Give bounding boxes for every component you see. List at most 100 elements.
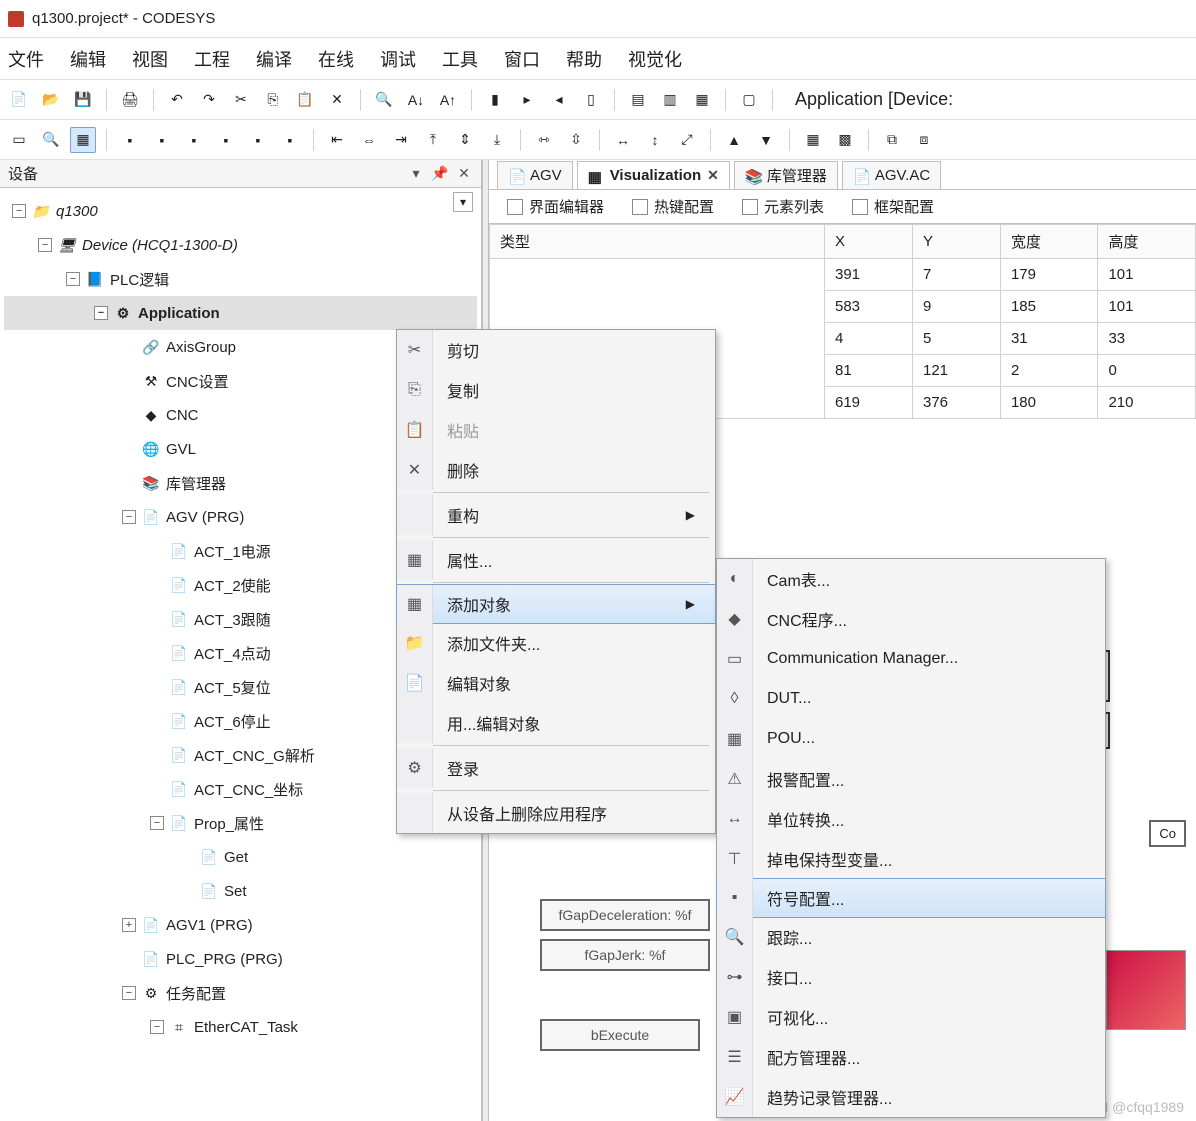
undo-icon[interactable]: ↶ [164,87,190,113]
bm-next-icon[interactable]: ▸ [514,87,540,113]
sub-item-11[interactable]: ▣可视化... [717,997,1105,1037]
panel-close-icon[interactable]: ✕ [455,165,473,183]
sub-item-1[interactable]: ◆CNC程序... [717,599,1105,639]
col-x[interactable]: X [825,225,913,259]
size-wh-icon[interactable]: ⤢ [674,127,700,153]
bookmark-icon[interactable]: ▮ [482,87,508,113]
order-b-icon[interactable]: ▼ [753,127,779,153]
panel-pin-icon[interactable]: 📌 [431,165,449,183]
t2e-icon[interactable]: ▪ [245,127,271,153]
subtab-frame[interactable]: 框架配置 [844,193,942,220]
menu-online[interactable]: 在线 [318,46,354,72]
col-y[interactable]: Y [912,225,1000,259]
ctx-item-10[interactable]: 📁添加文件夹... [397,623,715,663]
order-f-icon[interactable]: ▲ [721,127,747,153]
misc1-icon[interactable]: ▦ [800,127,826,153]
sub-item-4[interactable]: ▦POU... [717,719,1105,759]
menu-project[interactable]: 工程 [194,46,230,72]
sub-item-7[interactable]: ⊤掉电保持型变量... [717,839,1105,879]
menu-debug[interactable]: 调试 [380,46,416,72]
menu-tools[interactable]: 工具 [442,46,478,72]
tree-dropdown-icon[interactable]: ▾ [453,192,473,212]
ctx-item-14[interactable]: ⚙登录 [397,748,715,788]
group-3-icon[interactable]: ▦ [689,87,715,113]
sub-item-6[interactable]: ↔单位转换... [717,799,1105,839]
col-w[interactable]: 宽度 [1000,225,1098,259]
table-row[interactable]: #7 框架 3917179101 [490,259,1196,291]
tree-plc[interactable]: −📘 PLC逻辑 [4,262,477,296]
align-t-icon[interactable]: ⤒ [420,127,446,153]
align-c-icon[interactable]: ⇔ [356,127,382,153]
sub-item-3[interactable]: ◊DUT... [717,679,1105,719]
open-icon[interactable]: 📂 [38,87,64,113]
ctx-item-16[interactable]: 从设备上删除应用程序 [397,793,715,833]
subtab-interface[interactable]: 界面编辑器 [499,193,612,220]
menu-edit[interactable]: 编辑 [70,46,106,72]
context-menu[interactable]: ✂剪切⎘复制📋粘贴✕删除重构▶▦属性...▦添加对象▶📁添加文件夹...📄编辑对… [396,329,716,834]
menu-file[interactable]: 文件 [8,46,44,72]
col-type[interactable]: 类型 [490,225,825,259]
sub-item-2[interactable]: ▭Communication Manager... [717,639,1105,679]
size-h-icon[interactable]: ↕ [642,127,668,153]
tree-get[interactable]: 📄Get [4,840,477,874]
tree-agv1[interactable]: +📄AGV1 (PRG) [4,908,477,942]
tab-agvac[interactable]: 📄AGV.AC [842,161,941,189]
group-1-icon[interactable]: ▤ [625,87,651,113]
print-icon[interactable]: 🖨 [117,87,143,113]
dist-h-icon[interactable]: ⇿ [531,127,557,153]
new-icon[interactable]: 📄 [6,87,32,113]
select-icon[interactable]: ▭ [6,127,32,153]
col-h[interactable]: 高度 [1098,225,1196,259]
delete-icon[interactable]: ✕ [324,87,350,113]
ctx-item-3[interactable]: ✕删除 [397,450,715,490]
misc2-icon[interactable]: ▩ [832,127,858,153]
align-m-icon[interactable]: ⇕ [452,127,478,153]
align-r-icon[interactable]: ⇥ [388,127,414,153]
copy-icon[interactable]: ⎘ [260,87,286,113]
ctx-item-12[interactable]: 用...编辑对象 [397,703,715,743]
menu-visualization[interactable]: 视觉化 [628,46,682,72]
ctx-item-0[interactable]: ✂剪切 [397,330,715,370]
panel-dropdown-icon[interactable]: ▾ [407,165,425,183]
sub-item-12[interactable]: ☰配方管理器... [717,1037,1105,1077]
box-icon[interactable]: ▢ [736,87,762,113]
menu-help[interactable]: 帮助 [566,46,602,72]
add-object-submenu[interactable]: ◐Cam表...◆CNC程序...▭Communication Manager.… [716,558,1106,1118]
tree-application[interactable]: −⚙ Application [4,296,477,330]
t2a-icon[interactable]: ▪ [117,127,143,153]
sub-item-10[interactable]: ⊶接口... [717,957,1105,997]
tree-device[interactable]: −🖥 Device (HCQ1-1300-D) [4,228,477,262]
save-icon[interactable]: 💾 [70,87,96,113]
sub-item-8[interactable]: ▪符号配置... [716,878,1106,918]
bm-prev-icon[interactable]: ◂ [546,87,572,113]
tree-taskconfig[interactable]: −⚙任务配置 [4,976,477,1010]
ctx-item-7[interactable]: ▦属性... [397,540,715,580]
cut-icon[interactable]: ✂ [228,87,254,113]
align-l-icon[interactable]: ⇤ [324,127,350,153]
dist-v-icon[interactable]: ⇳ [563,127,589,153]
group-2-icon[interactable]: ▥ [657,87,683,113]
find-next-icon[interactable]: A↓ [403,87,429,113]
find-prev-icon[interactable]: A↑ [435,87,461,113]
sub-item-9[interactable]: 🔍跟踪... [717,917,1105,957]
zoom-icon[interactable]: 🔍 [38,127,64,153]
t2c-icon[interactable]: ▪ [181,127,207,153]
paste-icon[interactable]: 📋 [292,87,318,113]
t2f-icon[interactable]: ▪ [277,127,303,153]
menu-build[interactable]: 编译 [256,46,292,72]
tab-agv[interactable]: 📄AGV [497,161,573,189]
tree-plcprg[interactable]: 📄PLC_PRG (PRG) [4,942,477,976]
menu-window[interactable]: 窗口 [504,46,540,72]
ctx-item-1[interactable]: ⎘复制 [397,370,715,410]
sub-item-0[interactable]: ◐Cam表... [717,559,1105,599]
tab-libmgr[interactable]: 📚库管理器 [734,161,838,189]
sub-item-5[interactable]: ⚠报警配置... [717,759,1105,799]
ungroup-icon[interactable]: ⧈ [911,127,937,153]
tree-set[interactable]: 📄Set [4,874,477,908]
align-b-icon[interactable]: ⤓ [484,127,510,153]
tab-visualization[interactable]: ▦Visualization✕ [577,161,730,189]
redo-icon[interactable]: ↷ [196,87,222,113]
t2b-icon[interactable]: ▪ [149,127,175,153]
ctx-item-11[interactable]: 📄编辑对象 [397,663,715,703]
ctx-item-5[interactable]: 重构▶ [397,495,715,535]
